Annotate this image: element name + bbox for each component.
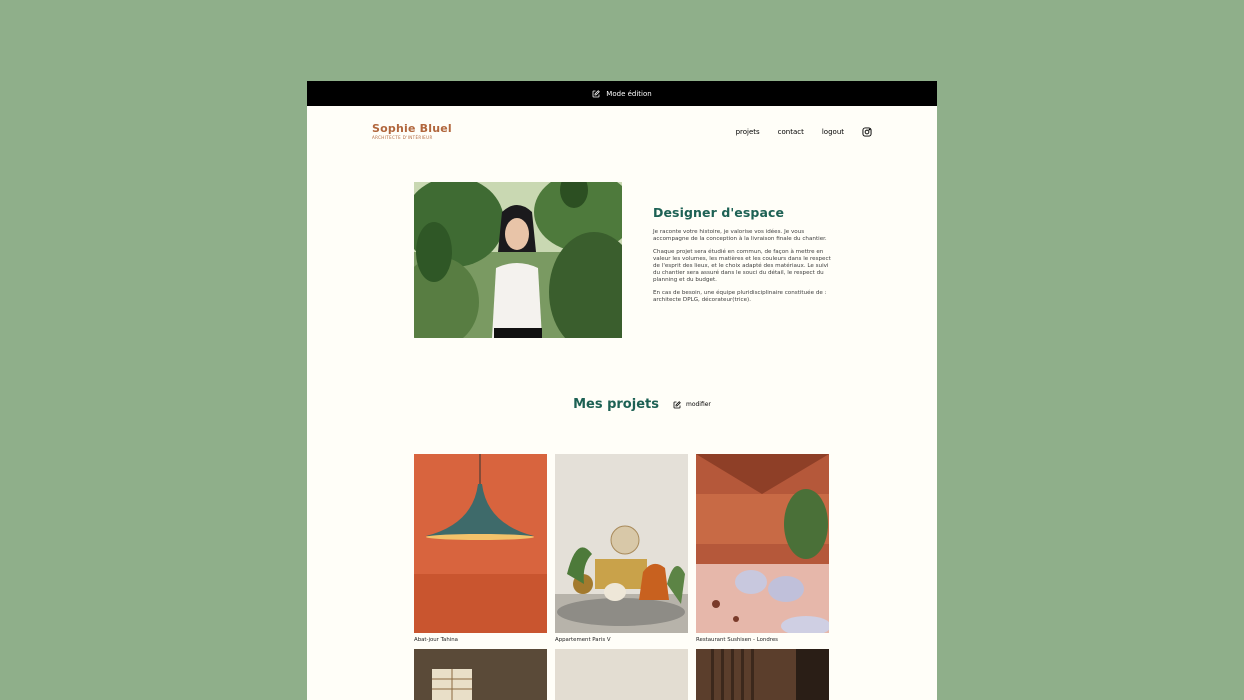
project-image bbox=[696, 454, 829, 633]
nav-logout[interactable]: logout bbox=[822, 128, 844, 136]
project-image bbox=[414, 454, 547, 633]
instagram-icon[interactable] bbox=[862, 127, 872, 137]
intro-title: Designer d'espace bbox=[653, 205, 785, 220]
project-card[interactable]: Abat-jour Tahina bbox=[414, 454, 547, 645]
project-card[interactable]: Restaurant Sushisen - Londres bbox=[696, 454, 829, 645]
intro-paragraph: Chaque projet sera étudié en commun, de … bbox=[653, 249, 831, 283]
edit-mode-label: Mode édition bbox=[606, 89, 652, 98]
project-caption: Appartement Paris V bbox=[555, 637, 611, 643]
project-card[interactable] bbox=[555, 649, 688, 700]
project-image bbox=[414, 649, 547, 700]
logo-subtitle: ARCHITECTE D'INTÉRIEUR bbox=[372, 135, 433, 140]
logo-name: Sophie Bluel bbox=[372, 122, 452, 135]
site-frame: Mode édition Sophie Bluel ARCHITECTE D'I… bbox=[307, 81, 937, 700]
project-image bbox=[555, 454, 688, 633]
edit-icon bbox=[592, 89, 601, 97]
projects-header: Mes projets modifier bbox=[307, 397, 937, 412]
project-image bbox=[555, 649, 688, 700]
projects-title: Mes projets bbox=[573, 397, 659, 412]
project-card[interactable]: Appartement Paris V bbox=[555, 454, 688, 645]
site-logo[interactable]: Sophie Bluel ARCHITECTE D'INTÉRIEUR bbox=[372, 123, 452, 141]
project-card[interactable] bbox=[414, 649, 547, 700]
main-nav: projets contact logout bbox=[736, 127, 872, 137]
intro-paragraph: Je raconte votre histoire, je valorise v… bbox=[653, 229, 827, 242]
project-gallery: Abat-jour Tahina Appartement Paris V Res… bbox=[414, 454, 830, 700]
intro-section: Designer d'espace Je raconte votre histo… bbox=[653, 205, 833, 310]
edit-mode-bar[interactable]: Mode édition bbox=[307, 81, 937, 106]
project-card[interactable] bbox=[696, 649, 829, 700]
intro-paragraph: En cas de besoin, une équipe pluridiscip… bbox=[653, 290, 827, 303]
modify-label: modifier bbox=[685, 401, 711, 408]
nav-contact[interactable]: contact bbox=[778, 128, 804, 136]
portrait-photo bbox=[414, 182, 622, 338]
nav-projets[interactable]: projets bbox=[736, 128, 760, 136]
edit-icon bbox=[673, 400, 681, 408]
project-caption: Abat-jour Tahina bbox=[414, 637, 458, 643]
project-image bbox=[696, 649, 829, 700]
modify-button[interactable]: modifier bbox=[673, 400, 711, 409]
project-caption: Restaurant Sushisen - Londres bbox=[696, 637, 778, 643]
